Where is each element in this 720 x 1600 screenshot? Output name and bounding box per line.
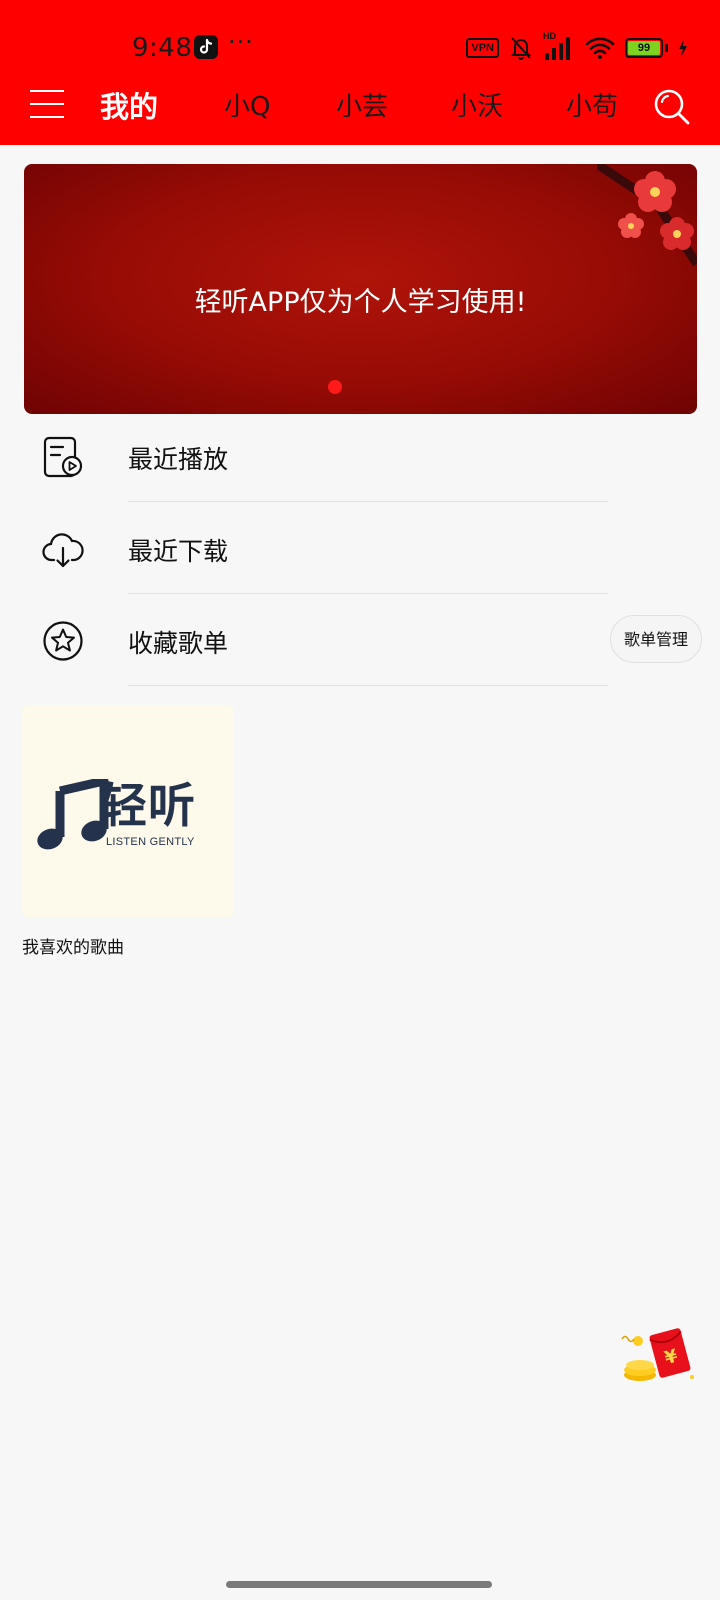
divider xyxy=(128,685,608,686)
battery-icon: 99 xyxy=(625,38,663,58)
playlist-cover[interactable]: 轻听 LISTEN GENTLY xyxy=(22,705,234,917)
tab-xiao-wo[interactable]: 小沃 xyxy=(451,86,503,123)
red-packet-icon[interactable]: ¥ xyxy=(618,1325,702,1385)
menu-item-recent-play[interactable]: 最近播放 xyxy=(0,410,720,502)
playlist-name[interactable]: 我喜欢的歌曲 xyxy=(22,933,124,958)
recent-play-icon xyxy=(43,436,83,478)
carousel-indicator-dot xyxy=(328,380,342,394)
vpn-badge: VPN xyxy=(466,38,499,58)
plum-blossom-decoration xyxy=(597,164,697,267)
menu-item-label: 最近播放 xyxy=(128,445,229,474)
menu-item-recent-download[interactable]: 最近下载 xyxy=(0,502,720,594)
playlist-manage-button[interactable]: 歌单管理 xyxy=(610,615,702,663)
menu-item-label: 收藏歌单 xyxy=(128,629,229,658)
bell-muted-icon xyxy=(510,37,532,60)
search-icon[interactable] xyxy=(653,88,691,126)
menu-item-label: 最近下载 xyxy=(128,537,229,566)
home-indicator[interactable] xyxy=(226,1581,492,1588)
cover-subtitle: LISTEN GENTLY xyxy=(106,836,195,848)
tab-xiao-yun[interactable]: 小芸 xyxy=(336,86,388,123)
cloud-download-icon xyxy=(42,533,84,568)
more-notifications-icon: ··· xyxy=(228,28,254,56)
status-icons: VPN HD 99 xyxy=(466,31,688,62)
tab-xiao-gou[interactable]: 小苟 xyxy=(566,86,618,123)
banner-text: 轻听APP仅为个人学习使用! xyxy=(194,287,527,318)
wifi-icon xyxy=(585,37,615,59)
hamburger-menu-icon[interactable] xyxy=(30,90,64,118)
battery-cap xyxy=(665,44,668,52)
cover-brand-text: 轻听 xyxy=(100,779,196,834)
status-time: 9:48 xyxy=(132,33,193,63)
tab-xiao-q[interactable]: 小Q xyxy=(224,86,270,123)
star-icon xyxy=(43,621,83,661)
banner-carousel[interactable]: 轻听APP仅为个人学习使用! xyxy=(24,164,697,414)
battery-level: 99 xyxy=(637,42,651,54)
charging-icon xyxy=(679,39,687,57)
tab-mine[interactable]: 我的 xyxy=(100,84,158,126)
cellular-signal-icon: HD xyxy=(543,31,575,61)
app-header: 9:48 ··· VPN HD 99 我的 小Q 小芸 小沃 小苟 xyxy=(0,0,720,145)
tiktok-notification-icon xyxy=(194,35,218,59)
